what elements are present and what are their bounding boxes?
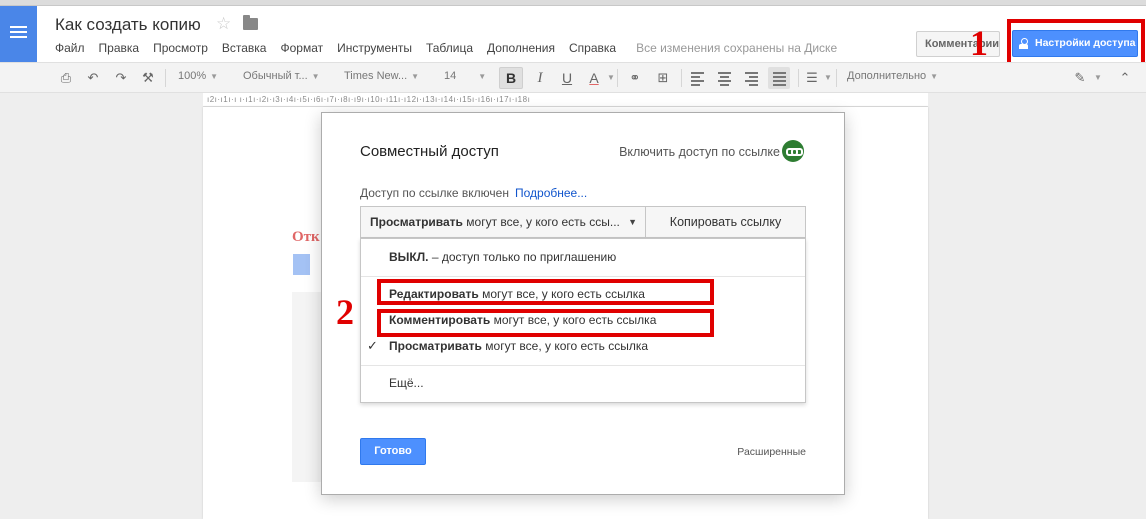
document-heading: Отк [292,229,320,245]
toolbar-divider [798,69,799,87]
menu-option-more[interactable]: Ещё... [361,372,805,394]
dropdown-arrow-icon: ▼ [628,217,637,227]
dialog-title: Совместный доступ [360,143,499,160]
option-bold: Просматривать [389,339,482,353]
annotation-number-1: 1 [970,23,988,63]
done-button[interactable]: Готово [360,438,426,465]
document-content-block [292,292,322,482]
chevron-down-icon: ▼ [607,73,615,82]
font-size-value: 14 [444,70,457,82]
toolbar-divider [681,69,682,87]
advanced-link[interactable]: Расширенные [737,446,806,458]
chevron-down-icon: ▼ [311,72,320,81]
link-icon[interactable]: ⚭ [628,71,642,85]
copy-link-button[interactable]: Копировать ссылку [645,206,806,238]
text-color-button[interactable]: A [587,71,601,85]
collapse-icon[interactable]: ⌃ [1118,71,1132,85]
annotation-box-comment [377,309,714,337]
italic-button[interactable]: I [533,71,547,86]
access-level-select[interactable]: Просматривать могут все, у кого есть ссы… [360,206,646,238]
bold-button[interactable]: B [499,67,523,89]
save-status[interactable]: Все изменения сохранены на Диске [636,41,837,55]
link-icon[interactable] [782,140,804,162]
menu-view[interactable]: Просмотр [153,41,208,55]
document-icon [293,254,310,275]
menu-edit[interactable]: Правка [99,41,140,55]
align-left-icon[interactable] [691,72,704,88]
docs-app-icon[interactable] [0,6,37,62]
toolbar-divider [165,69,166,87]
link-status-text: Доступ по ссылке включен [360,186,509,200]
toolbar-divider [617,69,618,87]
menu-file[interactable]: Файл [55,41,85,55]
access-level-bold: Просматривать [370,215,463,229]
annotation-number-2: 2 [336,292,354,332]
zoom-value: 100% [178,70,207,82]
redo-icon[interactable]: ↷ [114,71,128,85]
style-value: Обычный т... [243,70,308,82]
pencil-icon[interactable]: ✎ [1073,71,1087,85]
align-center-icon[interactable] [718,72,731,88]
more-label: Дополнительно [847,70,927,82]
option-bold: ВЫКЛ. [389,250,429,264]
document-title[interactable]: Как создать копию [55,15,201,35]
ruler[interactable]: ı2ı·ı1ı·ı ı·ı1ı·ı2ı·ı3ı·ı4ı·ı5ı·ı6ı·ı7ı·… [203,93,928,107]
annotation-box-edit [377,279,714,305]
chevron-down-icon: ▼ [478,72,487,81]
align-justify-icon [773,72,786,88]
undo-icon[interactable]: ↶ [86,71,100,85]
paint-format-icon[interactable]: ⚒ [141,71,155,85]
chevron-down-icon: ▼ [210,72,219,81]
link-status: Доступ по ссылке включен Подробнее... [360,186,587,200]
access-level-rest: могут все, у кого есть ссы... [462,215,620,229]
line-spacing-icon[interactable]: ☰ [805,71,819,85]
print-icon[interactable]: ⎙ [59,71,73,85]
option-rest: могут все, у кого есть ссылка [481,339,649,353]
menu-format[interactable]: Формат [280,41,323,55]
menu-divider [361,365,805,366]
chevron-down-icon: ▼ [1094,73,1102,82]
learn-more-link[interactable]: Подробнее... [515,186,587,200]
chevron-down-icon: ▼ [930,72,939,81]
link-sharing-toggle-label[interactable]: Включить доступ по ссылке [619,145,780,159]
font-select[interactable]: Times New... ▼ [344,70,419,82]
menu-addons[interactable]: Дополнения [487,41,555,55]
add-comment-icon[interactable]: ⊞ [656,71,670,85]
font-value: Times New... [344,70,408,82]
annotation-box-share [1007,19,1145,67]
menu-lines-icon [10,26,27,41]
menu-table[interactable]: Таблица [426,41,473,55]
star-icon[interactable]: ☆ [216,14,231,34]
checkmark-icon: ✓ [367,338,378,353]
menu-tools[interactable]: Инструменты [337,41,412,55]
font-size-select[interactable]: 14 ▼ [444,70,486,82]
option-rest: – доступ только по приглашению [428,250,617,264]
folder-icon[interactable] [243,15,258,30]
toolbar-divider [836,69,837,87]
menu-insert[interactable]: Вставка [222,41,267,55]
menu-help[interactable]: Справка [569,41,616,55]
more-menu[interactable]: Дополнительно ▼ [847,70,938,82]
toolbar: ⎙ ↶ ↷ ⚒ 100% ▼ Обычный т... ▼ Times New...… [0,62,1146,93]
menu-option-off[interactable]: ВЫКЛ. – доступ только по приглашению [361,246,805,268]
zoom-select[interactable]: 100% ▼ [178,70,218,82]
menu-bar: Файл Правка Просмотр Вставка Формат Инст… [55,41,851,55]
chevron-down-icon: ▼ [411,72,420,81]
menu-option-view[interactable]: ✓ Просматривать могут все, у кого есть с… [361,335,805,357]
align-right-icon[interactable] [745,72,758,88]
style-select[interactable]: Обычный т... ▼ [243,70,320,82]
underline-button[interactable]: U [560,71,574,85]
chevron-down-icon: ▼ [824,73,832,82]
menu-divider [361,276,805,277]
